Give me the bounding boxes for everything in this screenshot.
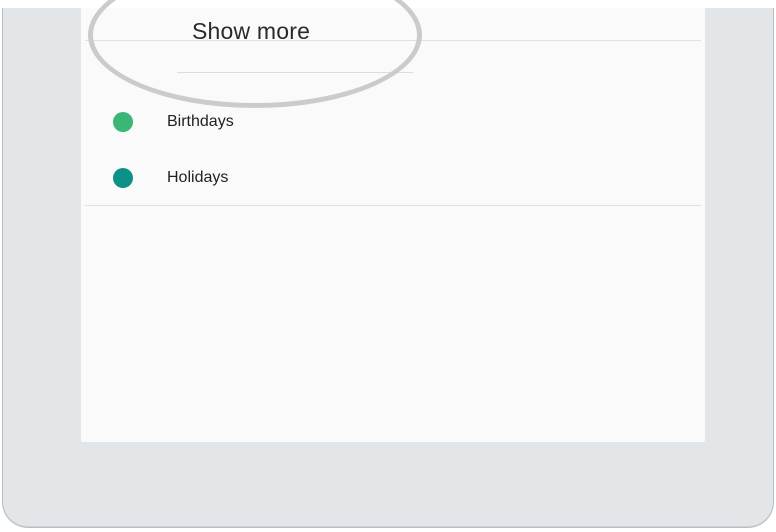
calendar-color-dot [113,112,133,132]
divider [177,72,413,73]
top-strip [0,0,776,8]
divider [85,40,701,41]
calendar-item-holidays[interactable]: Holidays [81,158,705,198]
calendar-label: Holidays [167,169,229,186]
calendar-item-birthdays[interactable]: Birthdays [81,102,705,142]
calendar-label: Birthdays [167,113,234,130]
calendar-drawer: Show more Birthdays Holidays [81,8,705,442]
divider [85,205,701,206]
show-more-button[interactable]: Show more [81,8,705,44]
calendar-color-dot [113,168,133,188]
